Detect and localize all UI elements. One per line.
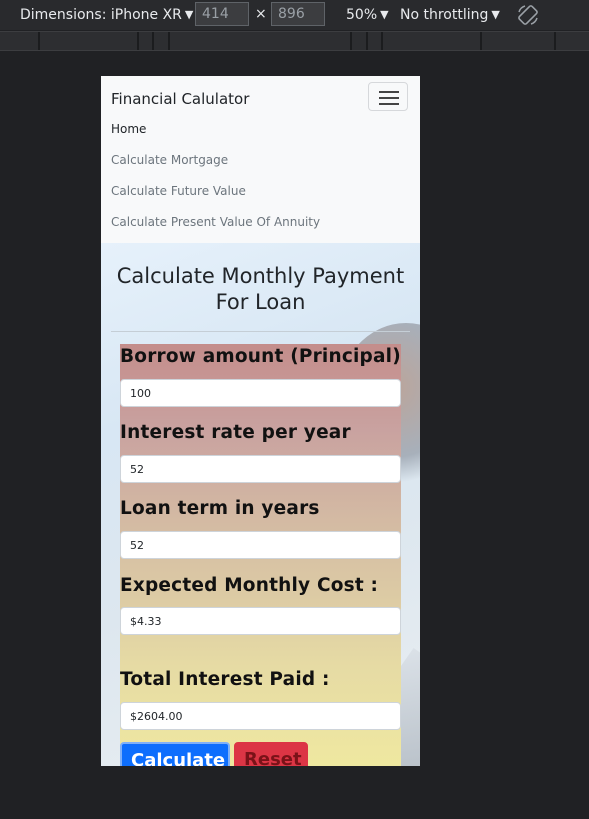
zoom-select[interactable]: 50% ▼ [346, 7, 389, 23]
loan-form: Borrow amount (Principal) 100 Interest r… [120, 344, 401, 766]
caret-down-icon: ▼ [491, 8, 500, 21]
caret-down-icon: ▼ [380, 8, 389, 21]
throttling-value: No throttling [400, 7, 489, 23]
navbar: Financial Calulator Home Calculate Mortg… [101, 76, 420, 243]
principal-input[interactable]: 100 [120, 379, 401, 407]
caret-down-icon: ▼ [184, 8, 194, 21]
navbar-brand[interactable]: Financial Calulator [111, 90, 249, 108]
reset-button[interactable]: Reset [234, 742, 308, 766]
media-query-ruler[interactable] [0, 31, 589, 51]
navbar-toggler[interactable] [368, 82, 408, 111]
divider [111, 331, 410, 332]
nav-link-mortgage[interactable]: Calculate Mortgage [111, 153, 228, 167]
loan-term-input[interactable]: 52 [120, 531, 401, 559]
principal-label: Borrow amount (Principal) [120, 346, 401, 367]
nav-link-home[interactable]: Home [111, 122, 146, 136]
dimension-separator: × [255, 6, 267, 22]
height-input[interactable]: 896 [271, 2, 325, 26]
interest-rate-input[interactable]: 52 [120, 455, 401, 483]
monthly-cost-label: Expected Monthly Cost : [120, 575, 379, 596]
interest-rate-label: Interest rate per year [120, 422, 351, 443]
device-select-label: Dimensions: iPhone XR [20, 7, 182, 23]
main-content: Calculate Monthly Payment For Loan Borro… [101, 243, 420, 766]
loan-term-label: Loan term in years [120, 498, 320, 519]
nav-link-present-value-annuity[interactable]: Calculate Present Value Of Annuity [111, 215, 320, 229]
device-viewport: Financial Calulator Home Calculate Mortg… [101, 76, 420, 766]
zoom-value: 50% [346, 7, 378, 23]
hamburger-icon-bar [379, 97, 399, 99]
nav-link-future-value[interactable]: Calculate Future Value [111, 184, 246, 198]
page-title: Calculate Monthly Payment For Loan [116, 264, 405, 314]
device-select[interactable]: Dimensions: iPhone XR ▼ [20, 7, 193, 23]
total-interest-output: $2604.00 [120, 702, 401, 730]
devtools-device-toolbar: Dimensions: iPhone XR ▼ 414 × 896 50% ▼ No… [0, 0, 589, 30]
throttling-select[interactable]: No throttling ▼ [400, 7, 500, 23]
hamburger-icon-bar [379, 103, 399, 105]
calculate-button[interactable]: Calculate [120, 742, 230, 766]
rotate-icon[interactable] [516, 3, 540, 27]
width-input[interactable]: 414 [195, 2, 249, 26]
total-interest-label: Total Interest Paid : [120, 669, 330, 690]
hamburger-icon [379, 91, 399, 93]
monthly-cost-output: $4.33 [120, 607, 401, 635]
